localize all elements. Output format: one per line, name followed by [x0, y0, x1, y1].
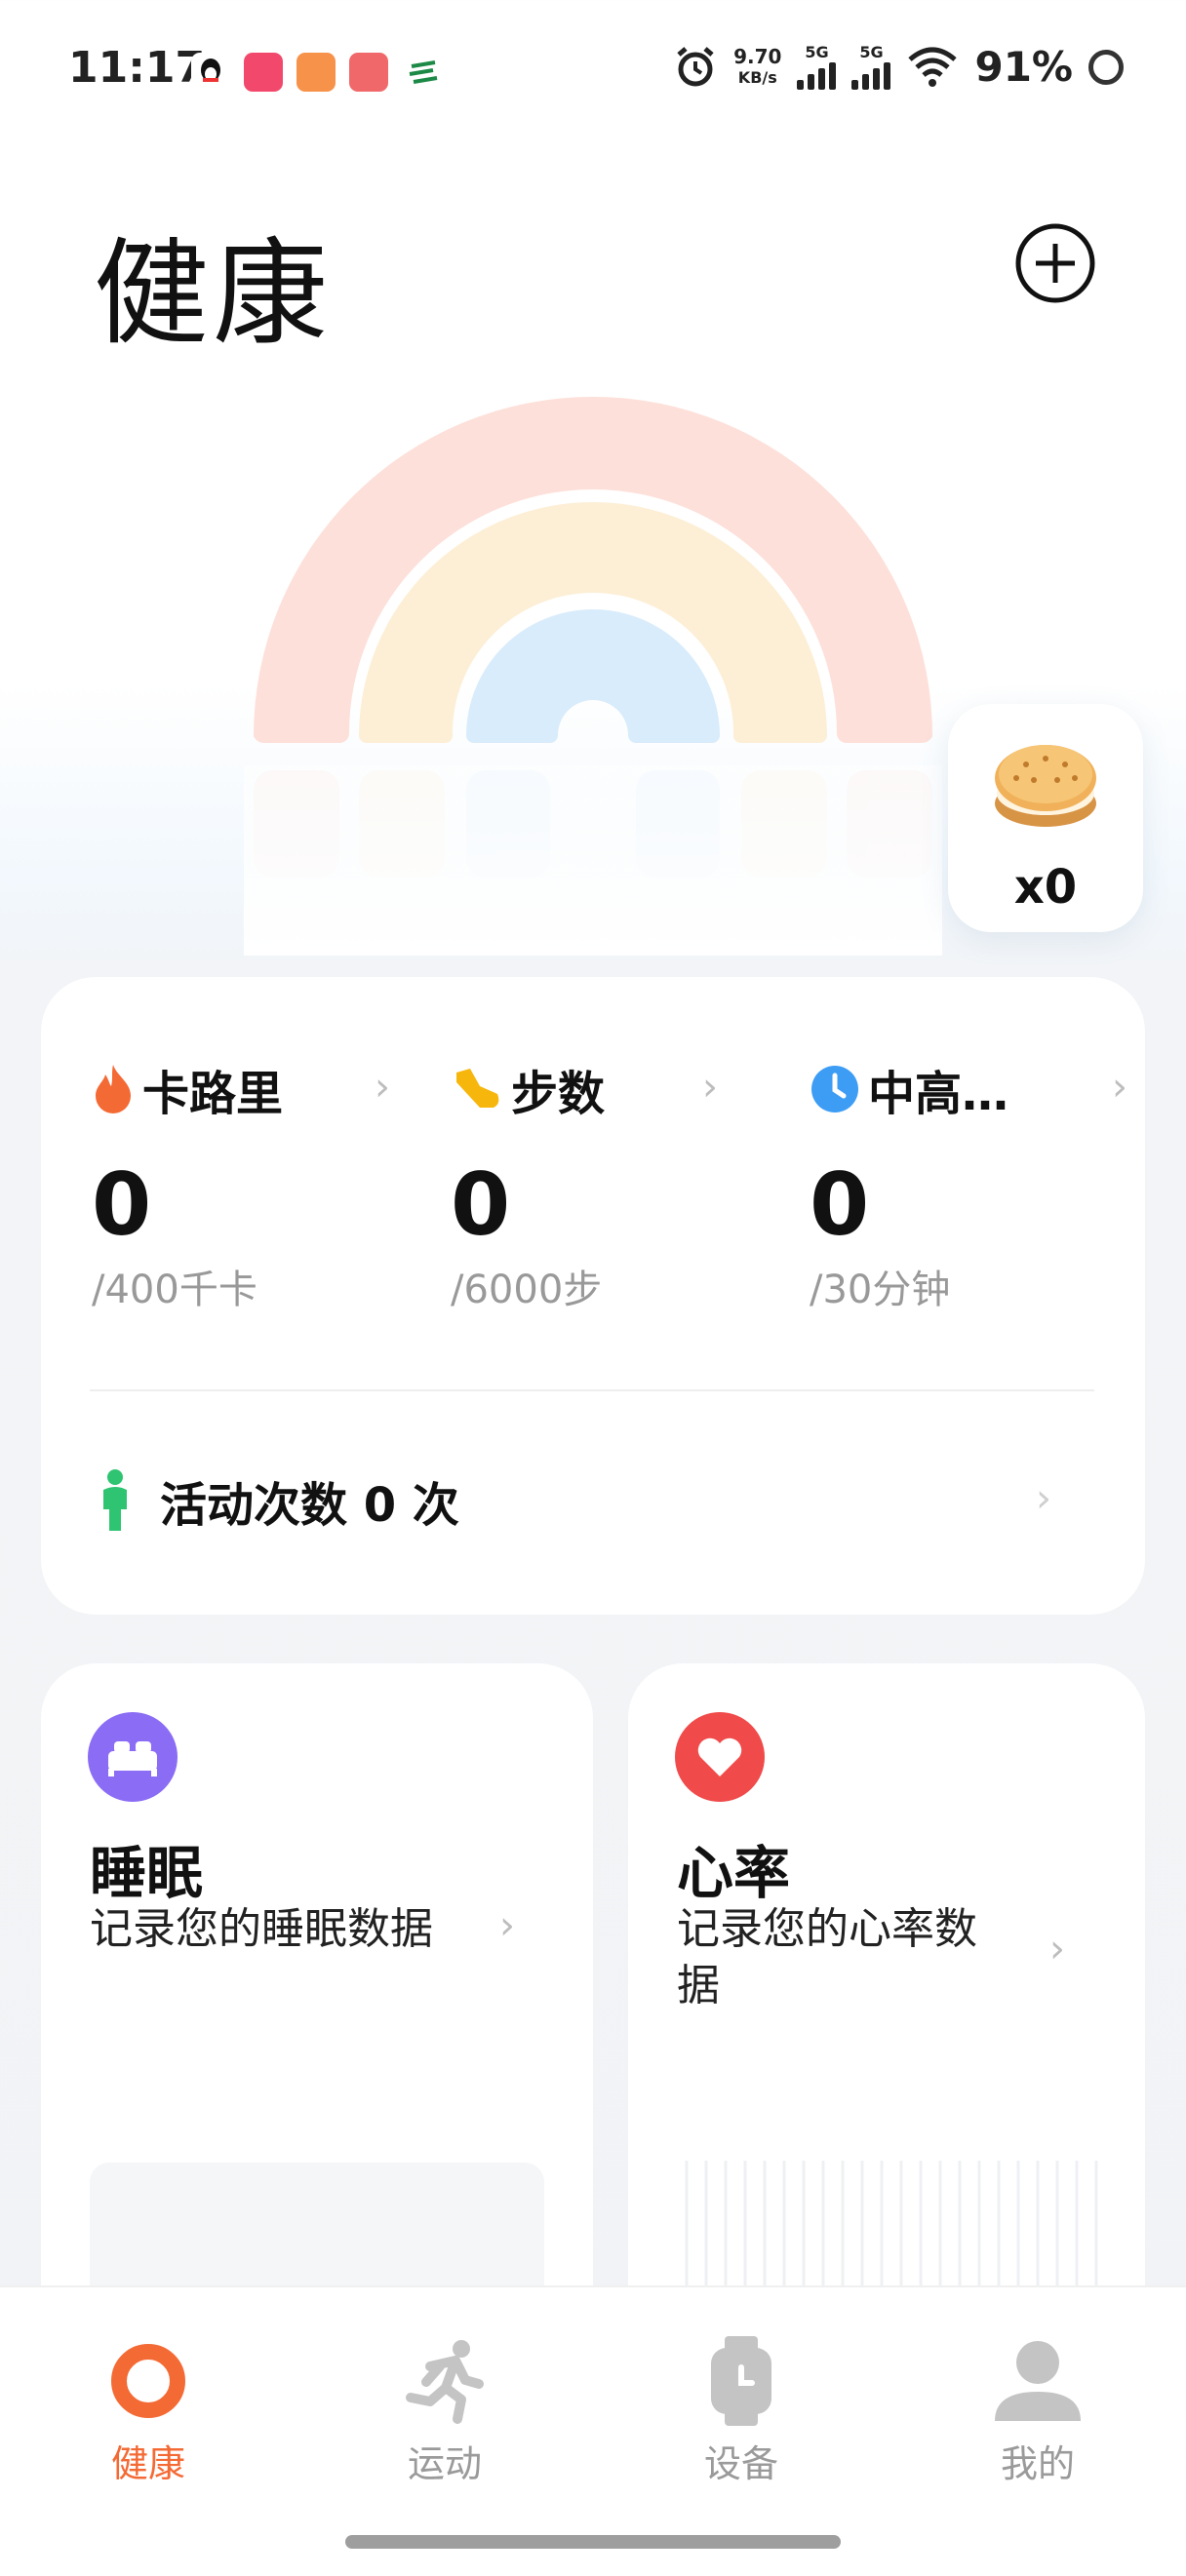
tab-exercise[interactable]: 运动 — [347, 2334, 542, 2487]
divider — [90, 1389, 1094, 1391]
tab-profile[interactable]: 我的 — [940, 2334, 1135, 2487]
sleep-title: 睡眠 — [90, 1840, 204, 1906]
runner-icon — [406, 2340, 484, 2424]
person-icon — [103, 1469, 127, 1531]
sleep-card[interactable]: 睡眠 记录您的睡眠数据 › — [41, 1663, 593, 2358]
tab-profile-label: 我的 — [1000, 2442, 1075, 2485]
heart-rate-subtitle: 记录您的心率数 据 — [677, 1901, 977, 2014]
active-time-ring — [466, 609, 720, 744]
calorie-value: 0 — [92, 1154, 152, 1255]
status-time: 11:17 — [68, 43, 206, 93]
calorie-label: 卡路里 — [142, 1067, 284, 1121]
activity-count-value: 0 — [363, 1478, 397, 1533]
cookie-icon — [995, 745, 1096, 827]
clock-icon — [811, 1066, 858, 1112]
status-bar: 11:17 9.70 KB/s 5G 5G 91% — [0, 0, 1186, 146]
active-time-goal: /30分钟 — [810, 1268, 951, 1312]
status-icons: 9.70 KB/s 5G 5G 91% — [673, 43, 1124, 91]
calorie-goal: /400千卡 — [92, 1268, 257, 1312]
bank-notification-icon — [404, 53, 443, 92]
reward-count: x0 — [1013, 860, 1078, 915]
heart-icon-bg — [675, 1712, 765, 1802]
heart-rate-subtitle-line1: 记录您的心率数 — [677, 1904, 977, 1954]
battery-icon — [1088, 49, 1124, 85]
steps-metric[interactable]: 步数 › 0 /6000步 — [451, 1055, 718, 1312]
app-notification-icon-3 — [349, 53, 388, 92]
sim2-label: 5G — [859, 42, 884, 61]
app-notification-icon-1 — [244, 53, 283, 92]
activity-count-chevron-icon: › — [1036, 1476, 1051, 1521]
activity-count-unit: 次 — [412, 1478, 459, 1533]
heart-rate-subtitle-line2: 据 — [677, 1961, 720, 2010]
signal-sim2-icon: 5G — [851, 42, 891, 90]
steps-label: 步数 — [511, 1067, 606, 1121]
battery-percent: 91% — [974, 43, 1073, 91]
active-time-chevron-icon: › — [1112, 1065, 1127, 1110]
sleep-icon-bg — [88, 1712, 178, 1802]
steps-goal: /6000步 — [451, 1268, 603, 1312]
tab-exercise-label: 运动 — [407, 2442, 482, 2485]
bed-icon — [108, 1741, 157, 1776]
sleep-chevron-icon: › — [499, 1903, 515, 1948]
alarm-icon — [677, 46, 714, 86]
add-button[interactable] — [1014, 222, 1096, 304]
shoe-icon — [456, 1069, 499, 1108]
net-speed-value: 9.70 — [733, 44, 782, 68]
health-ring-icon — [111, 2344, 185, 2418]
watch-icon — [711, 2336, 771, 2426]
sim1-label: 5G — [805, 42, 829, 61]
page-title: 健康 — [94, 226, 333, 361]
reward-card[interactable]: x0 — [948, 704, 1143, 932]
heart-rate-card[interactable]: 心率 记录您的心率数 据 › — [628, 1663, 1145, 2346]
steps-chevron-icon: › — [702, 1065, 718, 1110]
activity-count-label: 活动次数 — [160, 1478, 348, 1533]
activity-rings-rainbow — [244, 397, 942, 956]
bottom-tab-bar: 健康 运动 设备 我的 — [0, 2285, 1186, 2576]
plus-circle-icon — [1015, 223, 1095, 303]
heart-icon — [697, 1737, 742, 1776]
active-time-value: 0 — [810, 1154, 870, 1255]
net-speed: 9.70 KB/s — [733, 46, 781, 89]
app-notification-icon-2 — [296, 53, 336, 92]
active-time-metric[interactable]: 中高… › 0 /30分钟 — [810, 1055, 1127, 1312]
user-icon — [995, 2341, 1081, 2421]
flame-icon — [96, 1065, 131, 1113]
home-indicator[interactable] — [345, 2535, 841, 2549]
sleep-subtitle: 记录您的睡眠数据 — [90, 1904, 433, 1954]
tab-devices[interactable]: 设备 — [644, 2334, 839, 2487]
steps-value: 0 — [451, 1154, 511, 1255]
activity-count-row[interactable]: 活动次数 0 次 — [98, 1466, 459, 1535]
calorie-metric[interactable]: 卡路里 › 0 /400千卡 — [92, 1055, 390, 1312]
tab-health[interactable]: 健康 — [51, 2334, 246, 2487]
activity-card: 卡路里 › 0 /400千卡 步数 › 0 /6000步 中高… › 0 /30… — [41, 977, 1145, 1615]
tab-devices-label: 设备 — [703, 2442, 778, 2485]
calorie-chevron-icon: › — [375, 1065, 390, 1110]
wifi-icon — [908, 47, 958, 87]
heart-rate-title: 心率 — [677, 1840, 791, 1906]
qq-notification-icon — [191, 53, 230, 92]
signal-sim1-icon: 5G — [797, 42, 837, 90]
net-speed-unit: KB/s — [737, 67, 777, 87]
active-time-label: 中高… — [868, 1067, 1009, 1121]
heart-rate-chevron-icon: › — [1049, 1927, 1065, 1971]
tab-health-label: 健康 — [110, 2442, 185, 2485]
